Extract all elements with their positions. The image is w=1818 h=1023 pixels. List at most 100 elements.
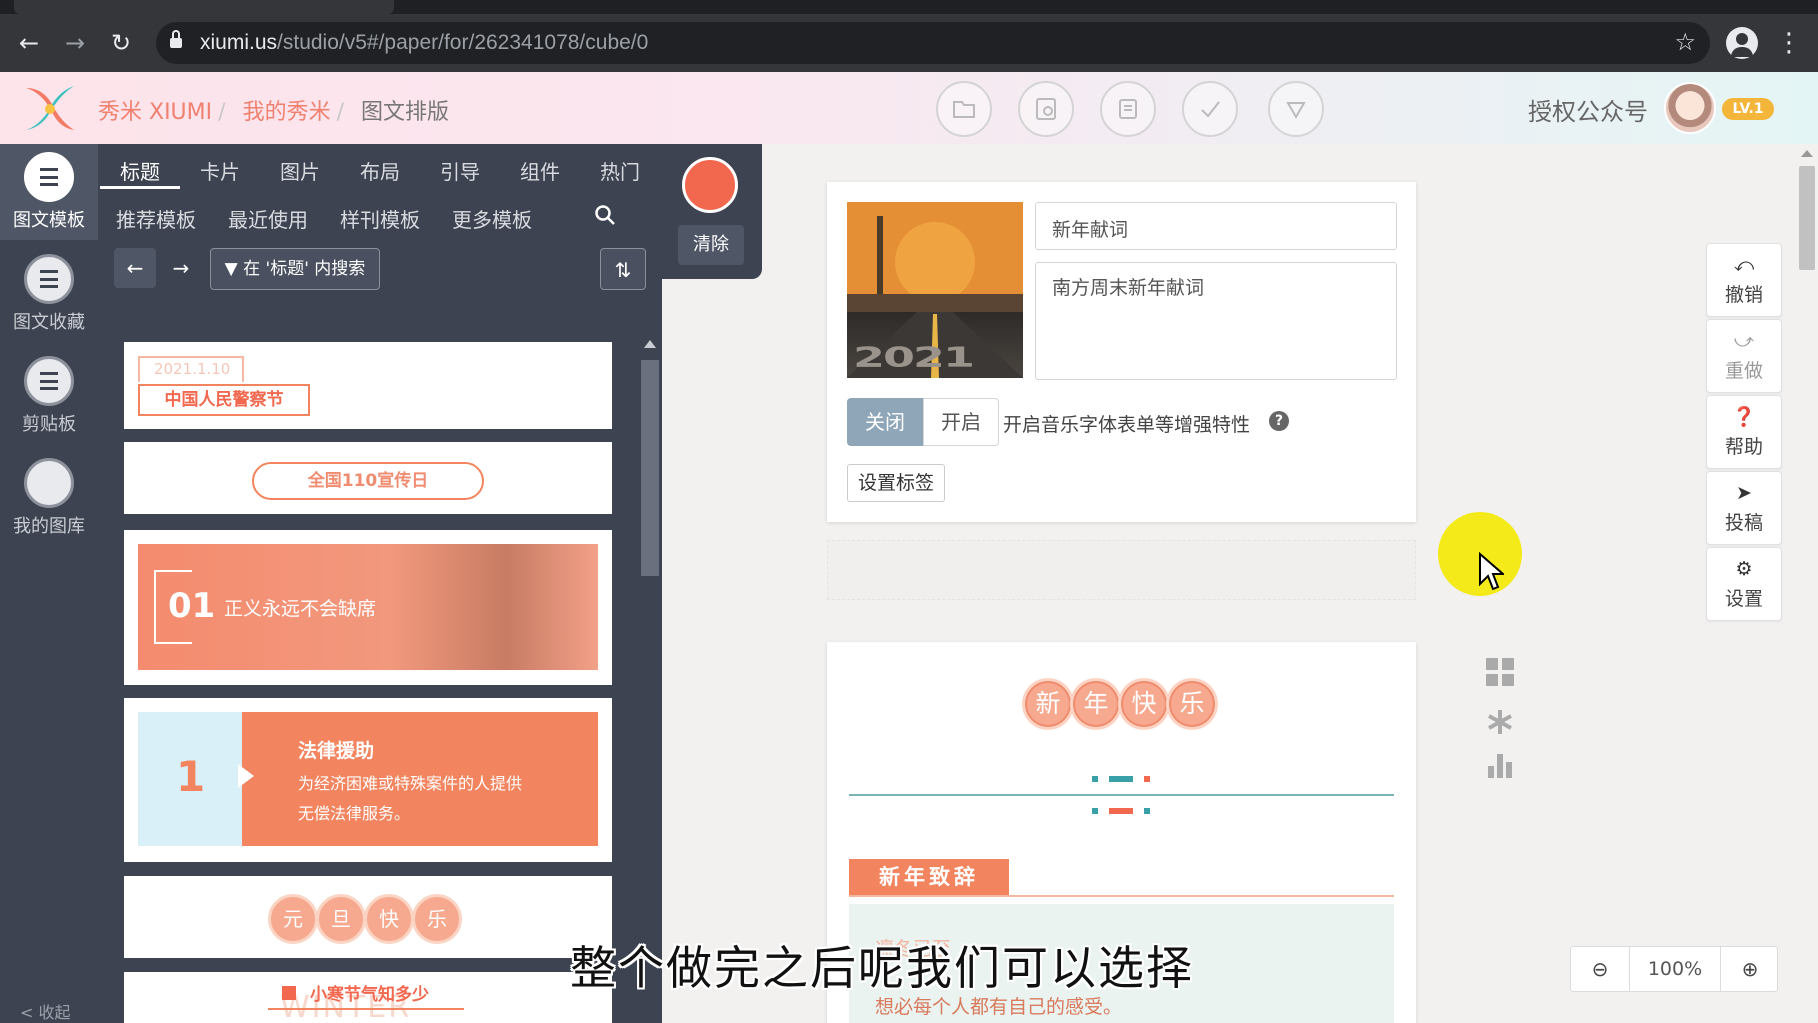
subtab-recent[interactable]: 最近使用 [228,204,308,233]
decoration [1144,776,1150,782]
article-meta-card: 2021 新年献词 南方周末新年献词 关闭 开启 开启音乐字体表单等增强特性 ?… [827,182,1416,522]
send-icon: ➤ [1736,482,1752,504]
template-card-new-year[interactable]: 元 旦 快 乐 [124,876,612,958]
enhance-off-button[interactable]: 关闭 [847,398,923,446]
template-char: 乐 [412,894,462,944]
section-title: 新年致辞 [849,859,1009,895]
help-button[interactable]: ❓ 帮助 [1706,395,1782,469]
rail-item-clipboard[interactable]: 剪贴板 [0,348,98,444]
template-scrollbar[interactable] [639,338,661,1023]
template-card-minor-cold[interactable]: WINTER 小寒节气知多少 [124,972,612,1023]
zoom-value: 100% [1629,947,1721,991]
template-card-110[interactable]: 全国110宣传日 [124,442,612,514]
submit-button[interactable]: ➤ 投稿 [1706,471,1782,545]
filter-search-button[interactable]: ▼ 在 '标题' 内搜索 [210,248,380,290]
redo-icon: ⤻ [1733,330,1755,352]
tab-component[interactable]: 组件 [520,156,560,185]
template-card-police-day[interactable]: 2021.1.10 中国人民警察节 [124,342,612,429]
template-card-legal-aid[interactable]: 1 法律援助 为经济困难或特殊案件的人提供 无偿法律服务。 [124,698,612,862]
sort-button[interactable]: ⇅ [600,248,646,290]
browser-tabstrip [0,0,1818,14]
zoom-in-icon[interactable]: ⊕ [1721,947,1779,991]
tab-layout[interactable]: 布局 [360,156,400,185]
tab-title[interactable]: 标题 [120,156,160,185]
avatar[interactable] [1664,82,1716,134]
breadcrumb-home[interactable]: 秀米 XIUMI [98,100,212,125]
color-picker-dot[interactable] [682,157,738,213]
template-char: 快 [364,894,414,944]
grid-icon [1486,658,1514,686]
active-tab-indicator [100,186,180,189]
rail-label: 我的图库 [13,516,85,537]
menu-kebab-icon[interactable]: ⋮ [1776,28,1802,58]
template-line: 为经济困难或特殊案件的人提供 [298,774,523,793]
cover-text: 2021 [853,340,975,374]
zoom-out-icon[interactable]: ⊖ [1571,947,1629,991]
decoration [1109,808,1133,814]
more-down-icon[interactable] [1268,81,1324,137]
template-line: 无偿法律服务。 [298,804,411,823]
subtab-more[interactable]: 更多模板 [452,204,532,233]
redo-button[interactable]: ⤻ 重做 [1706,319,1782,393]
subtab-sample[interactable]: 样刊模板 [340,204,420,233]
breadcrumb-my-xiumi[interactable]: 我的秀米 [243,100,331,125]
rail-label: 剪贴板 [22,414,76,435]
decoration [1092,808,1098,814]
save-icon[interactable] [1100,81,1156,137]
set-tags-button[interactable]: 设置标签 [847,464,945,502]
forward-icon[interactable]: → [60,28,90,58]
enhance-label: 开启音乐字体表单等增强特性 [1003,414,1251,436]
favorites-icon [24,254,74,304]
folder-icon[interactable] [936,81,992,137]
help-icon: ❓ [1732,406,1756,428]
preview-icon[interactable] [1018,81,1074,137]
undo-button[interactable]: ⤺ 撤销 [1706,243,1782,317]
tab-guide[interactable]: 引导 [440,156,480,185]
check-icon[interactable] [1182,81,1238,137]
enhance-on-button[interactable]: 开启 [923,398,999,446]
back-icon[interactable]: ← [14,28,44,58]
rail-item-gallery[interactable]: 我的图库 [0,450,98,546]
template-title: 法律援助 [298,740,375,762]
title-input[interactable]: 新年献词 [1035,202,1397,250]
subtab-recommended[interactable]: 推荐模板 [116,204,196,233]
rail-item-templates[interactable]: 图文模板 [0,144,98,240]
digest-textarea[interactable]: 南方周末新年献词 [1035,262,1397,380]
browser-tab[interactable] [14,0,394,14]
decoration [1092,776,1098,782]
mouse-cursor-icon [1478,551,1506,596]
cover-image[interactable]: 2021 [847,202,1023,378]
tab-image[interactable]: 图片 [280,156,320,185]
template-title: 小寒节气知多少 [310,985,429,1005]
clear-button[interactable]: 清除 [678,225,744,265]
next-page-button[interactable]: → [160,248,202,288]
tab-popular[interactable]: 热门 [600,156,640,185]
video-caption: 整个做完之后呢我们可以选择 [570,941,1194,995]
empty-block[interactable] [827,540,1416,600]
authorize-account-link[interactable]: 授权公众号 [1528,92,1648,127]
address-bar[interactable]: xiumi.us/studio/v5#/paper/for/262341078/… [156,22,1710,64]
section-rule [849,895,1394,897]
bookmark-star-icon[interactable]: ☆ [1674,28,1696,56]
filter-label: 在 '标题' 内搜索 [243,259,366,279]
rail-label: 图文模板 [13,210,85,231]
template-card-justice[interactable]: 01 正义永远不会缺席 [124,530,612,685]
template-number: 01 [168,586,216,626]
template-char: 旦 [316,894,366,944]
search-icon[interactable] [594,204,616,226]
account-icon[interactable] [1726,27,1758,59]
help-icon[interactable]: ? [1269,411,1289,431]
prev-page-button[interactable]: ← [114,248,156,288]
settings-button[interactable]: ⚙ 设置 [1706,547,1782,621]
greeting-char: 年 [1070,678,1122,730]
tab-card[interactable]: 卡片 [200,156,240,185]
clipboard-icon [24,356,74,406]
template-title: 中国人民警察节 [138,384,310,416]
reload-icon[interactable]: ↻ [106,28,136,58]
xiumi-logo[interactable] [22,82,78,134]
editor-scrollbar[interactable] [1796,144,1818,1023]
template-title: 全国110宣传日 [252,462,484,500]
collapse-button[interactable]: < 收起 [20,999,71,1023]
app-header: 秀米 XIUMI / 我的秀米 / 图文排版 授权公众号 LV.1 [0,72,1818,144]
rail-item-favorites[interactable]: 图文收藏 [0,246,98,342]
